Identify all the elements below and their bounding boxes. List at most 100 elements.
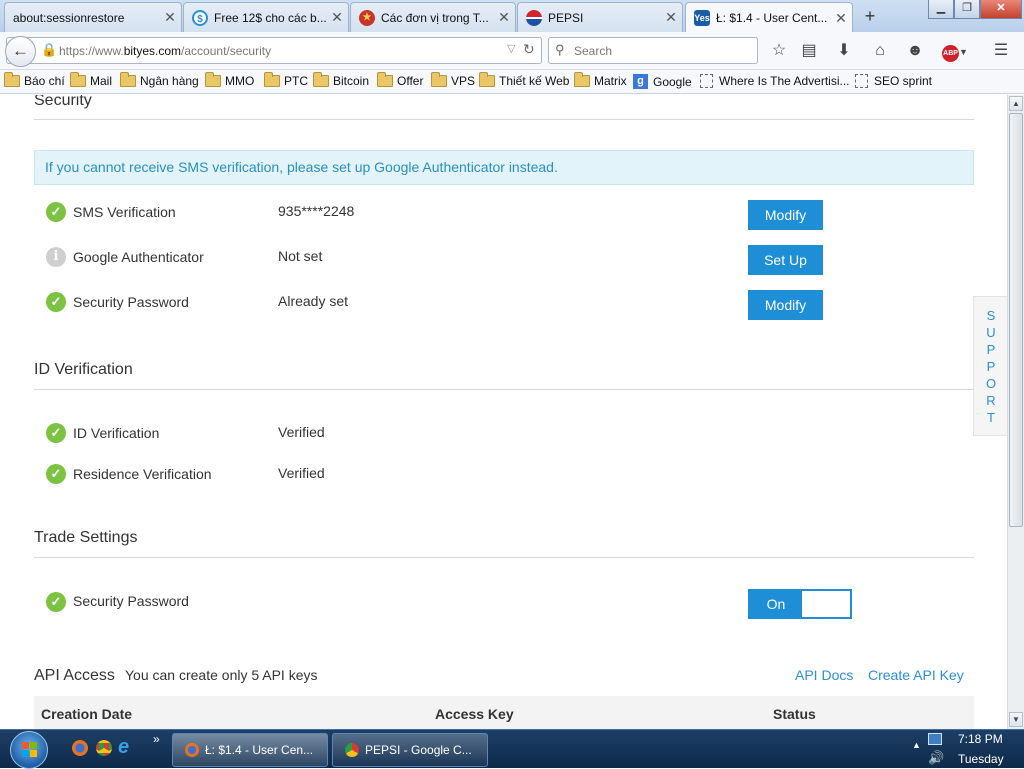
trade-security-password-label: Security Password (73, 593, 189, 609)
network-icon[interactable] (928, 733, 942, 745)
volume-icon[interactable]: 🔊 (928, 750, 944, 766)
tab-free12[interactable]: $ Free 12$ cho các b... ✕ (183, 2, 349, 32)
check-icon: ✓ (46, 423, 66, 443)
security-password-toggle[interactable]: On (748, 589, 852, 619)
close-icon[interactable]: ✕ (159, 9, 181, 26)
tab-pepsi[interactable]: PEPSI ✕ (517, 2, 683, 32)
folder-icon (479, 72, 495, 87)
close-icon[interactable]: ✕ (660, 9, 682, 26)
start-button[interactable] (10, 731, 48, 769)
tab-label: Ł: $1.4 - User Cent... (716, 11, 828, 25)
scroll-up-arrow-icon[interactable]: ▲ (1009, 96, 1023, 111)
smiley-icon[interactable]: ☻ (904, 40, 926, 62)
clock-day[interactable]: Tuesday (958, 752, 1004, 766)
taskbar-item-firefox[interactable]: Ł: $1.4 - User Cen... (172, 733, 328, 767)
dollar-circle-icon: $ (192, 9, 208, 26)
bookmark-star-icon[interactable]: ☆ (768, 40, 790, 62)
bookmark-folder[interactable]: Bitcoin (313, 72, 369, 88)
bookmark-folder[interactable]: Báo chí (4, 72, 65, 88)
setup-authenticator-button[interactable]: Set Up (748, 245, 823, 275)
bookmark-folder[interactable]: PTC (264, 72, 308, 88)
bookmark-google[interactable]: g Google (633, 74, 692, 89)
home-icon[interactable]: ⌂ (869, 40, 891, 62)
sms-verification-label: SMS Verification (73, 204, 176, 220)
scroll-down-arrow-icon[interactable]: ▼ (1009, 712, 1023, 727)
chrome-icon[interactable] (96, 740, 112, 756)
column-header: Access Key (435, 706, 514, 722)
bookmark-folder[interactable]: Matrix (574, 72, 627, 88)
modify-sms-button[interactable]: Modify (748, 200, 823, 230)
back-button[interactable]: ← (5, 36, 36, 67)
residence-verification-value: Verified (278, 465, 325, 481)
tab-label: PEPSI (548, 10, 584, 25)
bookmark-folder[interactable]: VPS (431, 72, 475, 88)
reading-list-icon[interactable]: ▤ (798, 40, 820, 62)
check-icon: ✓ (46, 292, 66, 312)
folder-icon (120, 72, 136, 87)
bookmark-link[interactable]: Where Is The Advertisi... (700, 74, 850, 88)
pepsi-logo-icon (526, 9, 542, 26)
folder-icon (205, 72, 221, 87)
divider (34, 119, 974, 120)
clock-time[interactable]: 7:18 PM (958, 732, 1003, 746)
lock-icon: 🔒 (41, 42, 58, 57)
bityes-icon: Yes (694, 10, 710, 26)
folder-icon (4, 72, 20, 87)
url-bar[interactable]: ← 🔒 https://www.bityes.com/account/secur… (5, 36, 542, 67)
bookmark-link[interactable]: SEO sprint (855, 74, 932, 88)
tab-label: Các đơn vị trong T... (381, 10, 489, 25)
url-text: https://www.bityes.com/account/security (59, 44, 272, 58)
tab-strip: about:sessionrestore ✕ $ Free 12$ cho cá… (0, 0, 1024, 33)
id-verification-heading: ID Verification (34, 361, 133, 378)
api-docs-link[interactable]: API Docs (795, 667, 853, 683)
vertical-scrollbar[interactable]: ▲ ▼ (1007, 95, 1024, 729)
tab-cac-don-vi[interactable]: ★ Các đơn vị trong T... ✕ (350, 2, 516, 32)
security-password-label: Security Password (73, 294, 189, 310)
tab-sessionrestore[interactable]: about:sessionrestore ✕ (4, 2, 182, 32)
chevron-icon[interactable]: » (153, 732, 160, 746)
taskbar-item-chrome[interactable]: PEPSI - Google C... (332, 733, 488, 767)
download-icon[interactable]: ⬇ (833, 40, 855, 62)
modify-password-button[interactable]: Modify (748, 290, 823, 320)
taskbar: e » Ł: $1.4 - User Cen... PEPSI - Google… (0, 729, 1024, 769)
adblock-icon[interactable]: ABP▼ (940, 40, 970, 62)
close-icon[interactable]: ✕ (493, 9, 515, 26)
scrollbar-thumb[interactable] (1009, 113, 1023, 527)
support-tab[interactable]: SUPPORT (973, 296, 1007, 436)
bookmark-folder[interactable]: Thiết kế Web (479, 72, 569, 88)
trade-settings-heading: Trade Settings (34, 529, 138, 546)
bookmark-folder[interactable]: Ngân hàng (120, 72, 199, 88)
search-placeholder: Search (574, 44, 613, 58)
minimize-button[interactable]: ▁ (928, 0, 954, 19)
close-window-button[interactable]: ✕ (980, 0, 1022, 19)
id-verification-label: ID Verification (73, 425, 160, 441)
taskbar-label: Ł: $1.4 - User Cen... (205, 743, 314, 757)
maximize-button[interactable]: ❐ (954, 0, 980, 19)
check-icon: ✓ (46, 464, 66, 484)
folder-icon (264, 72, 280, 87)
google-icon: g (633, 74, 648, 89)
close-icon[interactable]: ✕ (326, 9, 348, 26)
folder-icon (313, 72, 329, 87)
tray-expand-icon[interactable]: ▲ (912, 740, 921, 750)
taskbar-label: PEPSI - Google C... (365, 743, 472, 757)
search-input[interactable]: ⚲ Search (548, 37, 758, 64)
new-tab-button[interactable]: + (860, 6, 880, 27)
bookmark-folder[interactable]: Offer (377, 72, 423, 88)
close-icon[interactable]: ✕ (830, 10, 852, 27)
toggle-on-label: On (750, 591, 802, 617)
dropdown-arrow-icon[interactable]: ▽ (507, 42, 515, 55)
reload-icon[interactable]: ↻ (523, 41, 535, 58)
residence-verification-label: Residence Verification (73, 466, 212, 482)
firefox-icon[interactable] (72, 740, 88, 756)
bookmark-folder[interactable]: Mail (70, 72, 112, 88)
security-heading: Security (34, 95, 92, 109)
menu-icon[interactable]: ☰ (990, 40, 1012, 62)
create-api-key-link[interactable]: Create API Key (868, 667, 964, 683)
page-icon (700, 74, 713, 88)
tab-label: about:sessionrestore (13, 10, 125, 25)
internet-explorer-icon[interactable]: e (118, 736, 129, 759)
bookmark-folder[interactable]: MMO (205, 72, 254, 88)
tab-bityes[interactable]: Yes Ł: $1.4 - User Cent... ✕ (685, 2, 853, 33)
sms-verification-value: 935****2248 (278, 203, 355, 219)
